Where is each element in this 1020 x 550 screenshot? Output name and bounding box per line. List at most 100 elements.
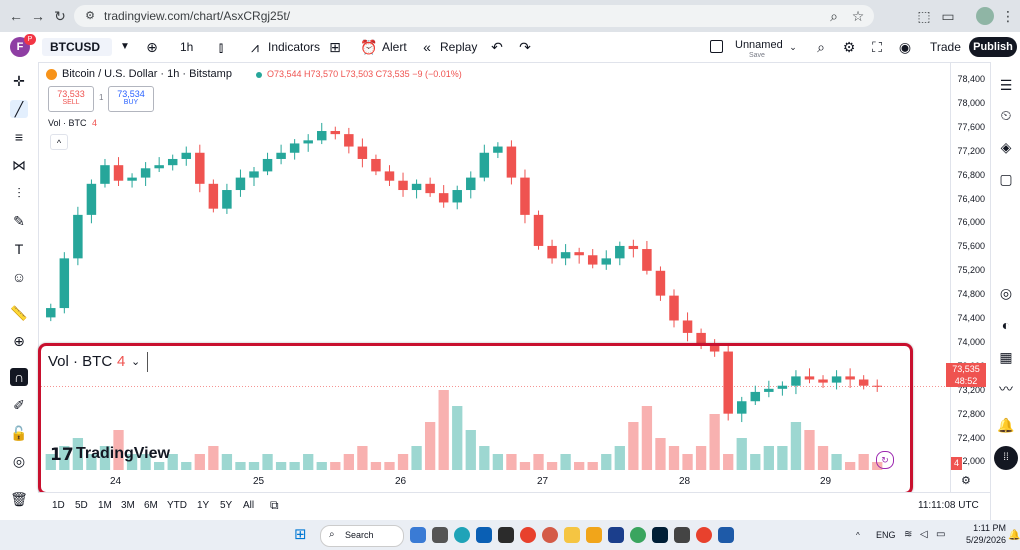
range-button-5y[interactable]: 5Y: [220, 500, 232, 511]
taskbar-app-icon[interactable]: [630, 527, 646, 543]
profile-avatar[interactable]: [976, 7, 994, 25]
visibility-eye-icon[interactable]: ◎: [10, 452, 28, 470]
crosshair-icon[interactable]: ✛: [10, 72, 28, 90]
taskbar-explorer-icon[interactable]: [564, 527, 580, 543]
quick-search-icon[interactable]: ⌕: [812, 38, 830, 56]
layers-icon[interactable]: ◈: [997, 138, 1015, 156]
tray-chevron-icon[interactable]: ^: [856, 531, 860, 540]
target-icon[interactable]: ◎: [997, 284, 1015, 302]
pattern-icon[interactable]: ⋈: [10, 156, 28, 174]
sidebar-icon[interactable]: ▭: [940, 8, 956, 24]
taskbar-app-icon[interactable]: [586, 527, 602, 543]
taskbar-outlook-icon[interactable]: [476, 527, 492, 543]
chart-area[interactable]: Bitcoin / U.S. Dollar · 1h · Bitstamp O7…: [38, 62, 950, 495]
tray-time[interactable]: 1:11 PM: [962, 523, 1006, 533]
stay-drawing-icon[interactable]: ✐: [10, 396, 28, 414]
ideas-icon[interactable]: ◐: [997, 316, 1015, 334]
scroll-to-realtime-icon[interactable]: ↻: [876, 451, 894, 469]
sell-button[interactable]: 73,533 SELL: [48, 86, 94, 112]
trade-button[interactable]: Trade: [930, 39, 961, 55]
publish-button[interactable]: Publish: [969, 37, 1017, 57]
magnet-icon[interactable]: ∩: [10, 368, 28, 386]
ruler-icon[interactable]: 📏: [10, 304, 28, 322]
templates-icon[interactable]: ⊞: [326, 38, 344, 56]
site-info-icon[interactable]: ⚙: [82, 8, 98, 24]
range-button-5d[interactable]: 5D: [75, 500, 88, 511]
taskbar-app-icon[interactable]: [674, 527, 690, 543]
taskbar-edge-icon[interactable]: [454, 527, 470, 543]
symbol-title[interactable]: Bitcoin / U.S. Dollar · 1h · Bitstamp: [62, 68, 232, 80]
range-button-6m[interactable]: 6M: [144, 500, 158, 511]
utc-clock[interactable]: 11:11:08 UTC: [918, 500, 979, 511]
axis-settings-gear-icon[interactable]: ⚙: [961, 474, 971, 487]
tray-date[interactable]: 5/29/2026: [956, 535, 1006, 545]
range-button-all[interactable]: All: [243, 500, 254, 511]
range-button-3m[interactable]: 3M: [121, 500, 135, 511]
lock-icon[interactable]: 🔓: [10, 424, 28, 442]
price-axis[interactable]: 78,400 78,000 77,600 77,200 76,800 76,400 76,0…: [950, 62, 991, 492]
trash-icon[interactable]: 🗑: [10, 490, 28, 508]
symbol-dropdown-icon[interactable]: ▼: [116, 38, 134, 56]
zoom-icon[interactable]: ⌕: [826, 8, 842, 24]
reload-icon[interactable]: ↻: [52, 8, 68, 24]
interval-button[interactable]: 1h: [180, 39, 193, 55]
candles-style-icon[interactable]: ⫾: [212, 38, 230, 56]
taskbar-taskview-icon[interactable]: [432, 527, 448, 543]
calendar-icon[interactable]: ▦: [997, 348, 1015, 366]
tray-wifi-icon[interactable]: ≋: [904, 529, 912, 540]
extensions-icon[interactable]: ⬚: [916, 8, 932, 24]
brush-icon[interactable]: ✎: [10, 212, 28, 230]
prediction-icon[interactable]: ⫶: [10, 184, 28, 202]
volume-legend-small[interactable]: Vol · BTC: [48, 118, 87, 128]
volume-pane-label[interactable]: Vol · BTC: [48, 353, 112, 370]
collapse-legend-button[interactable]: ^: [50, 134, 68, 150]
zoom-in-icon[interactable]: ⊕: [10, 332, 28, 350]
more-grid-icon[interactable]: ⁞⁞: [994, 446, 1018, 470]
volume-pane-chevron-icon[interactable]: ⌄: [131, 355, 140, 368]
alert-button[interactable]: Alert: [382, 39, 407, 55]
notifications-bell-icon[interactable]: 🔔: [997, 416, 1015, 434]
symbol-search[interactable]: BTCUSD: [42, 38, 112, 56]
address-bar[interactable]: ⚙ tradingview.com/chart/AsxCRgj25t/ ⌕ ☆: [74, 5, 874, 27]
windows-start-icon[interactable]: ⊞: [294, 527, 307, 543]
taskbar-app-icon[interactable]: [542, 527, 558, 543]
taskbar-widgets-icon[interactable]: [410, 527, 426, 543]
back-icon[interactable]: ←: [8, 8, 24, 24]
layout-icon[interactable]: [710, 40, 723, 53]
indicators-icon[interactable]: ⩘: [246, 38, 264, 56]
text-tool-icon[interactable]: T: [10, 240, 28, 258]
layout-chevron-down-icon[interactable]: ⌄: [784, 38, 802, 56]
browser-menu-icon[interactable]: ⋮: [1000, 8, 1016, 24]
taskbar-chrome-icon[interactable]: [520, 527, 536, 543]
undo-icon[interactable]: ↶: [488, 38, 506, 56]
tray-battery-icon[interactable]: ▭: [936, 529, 945, 540]
alert-icon[interactable]: ⏰: [360, 38, 378, 56]
snapshot-camera-icon[interactable]: ◉: [896, 38, 914, 56]
settings-gear-icon[interactable]: ⚙: [840, 38, 858, 56]
taskbar-app-icon[interactable]: [718, 527, 734, 543]
taskbar-app-icon[interactable]: [498, 527, 514, 543]
fib-levels-icon[interactable]: ≡: [10, 128, 28, 146]
streams-icon[interactable]: 〰: [997, 380, 1015, 398]
range-button-ytd[interactable]: YTD: [167, 500, 187, 511]
tray-language[interactable]: ENG: [876, 530, 896, 540]
replay-button[interactable]: Replay: [440, 39, 477, 55]
emoji-icon[interactable]: ☺: [10, 268, 28, 286]
alerts-clock-icon[interactable]: ⏲: [997, 106, 1015, 124]
range-button-1m[interactable]: 1M: [98, 500, 112, 511]
indicators-button[interactable]: Indicators: [268, 39, 320, 55]
chat-icon[interactable]: ▢: [997, 170, 1015, 188]
fullscreen-icon[interactable]: ⛶: [868, 38, 886, 56]
taskbar-chrome-icon[interactable]: [696, 527, 712, 543]
forward-icon[interactable]: →: [30, 8, 46, 24]
replay-icon[interactable]: «: [418, 38, 436, 56]
watchlist-icon[interactable]: ☰: [997, 76, 1015, 94]
taskbar-search[interactable]: ⌕ Search: [320, 525, 404, 547]
range-button-1y[interactable]: 1Y: [197, 500, 209, 511]
compare-add-icon[interactable]: ⊕: [143, 38, 161, 56]
taskbar-photoshop-icon[interactable]: [652, 527, 668, 543]
buy-button[interactable]: 73,534 BUY: [108, 86, 154, 112]
bookmark-star-icon[interactable]: ☆: [850, 8, 866, 24]
range-button-1d[interactable]: 1D: [52, 500, 65, 511]
goto-date-icon[interactable]: ⧉: [270, 498, 279, 513]
